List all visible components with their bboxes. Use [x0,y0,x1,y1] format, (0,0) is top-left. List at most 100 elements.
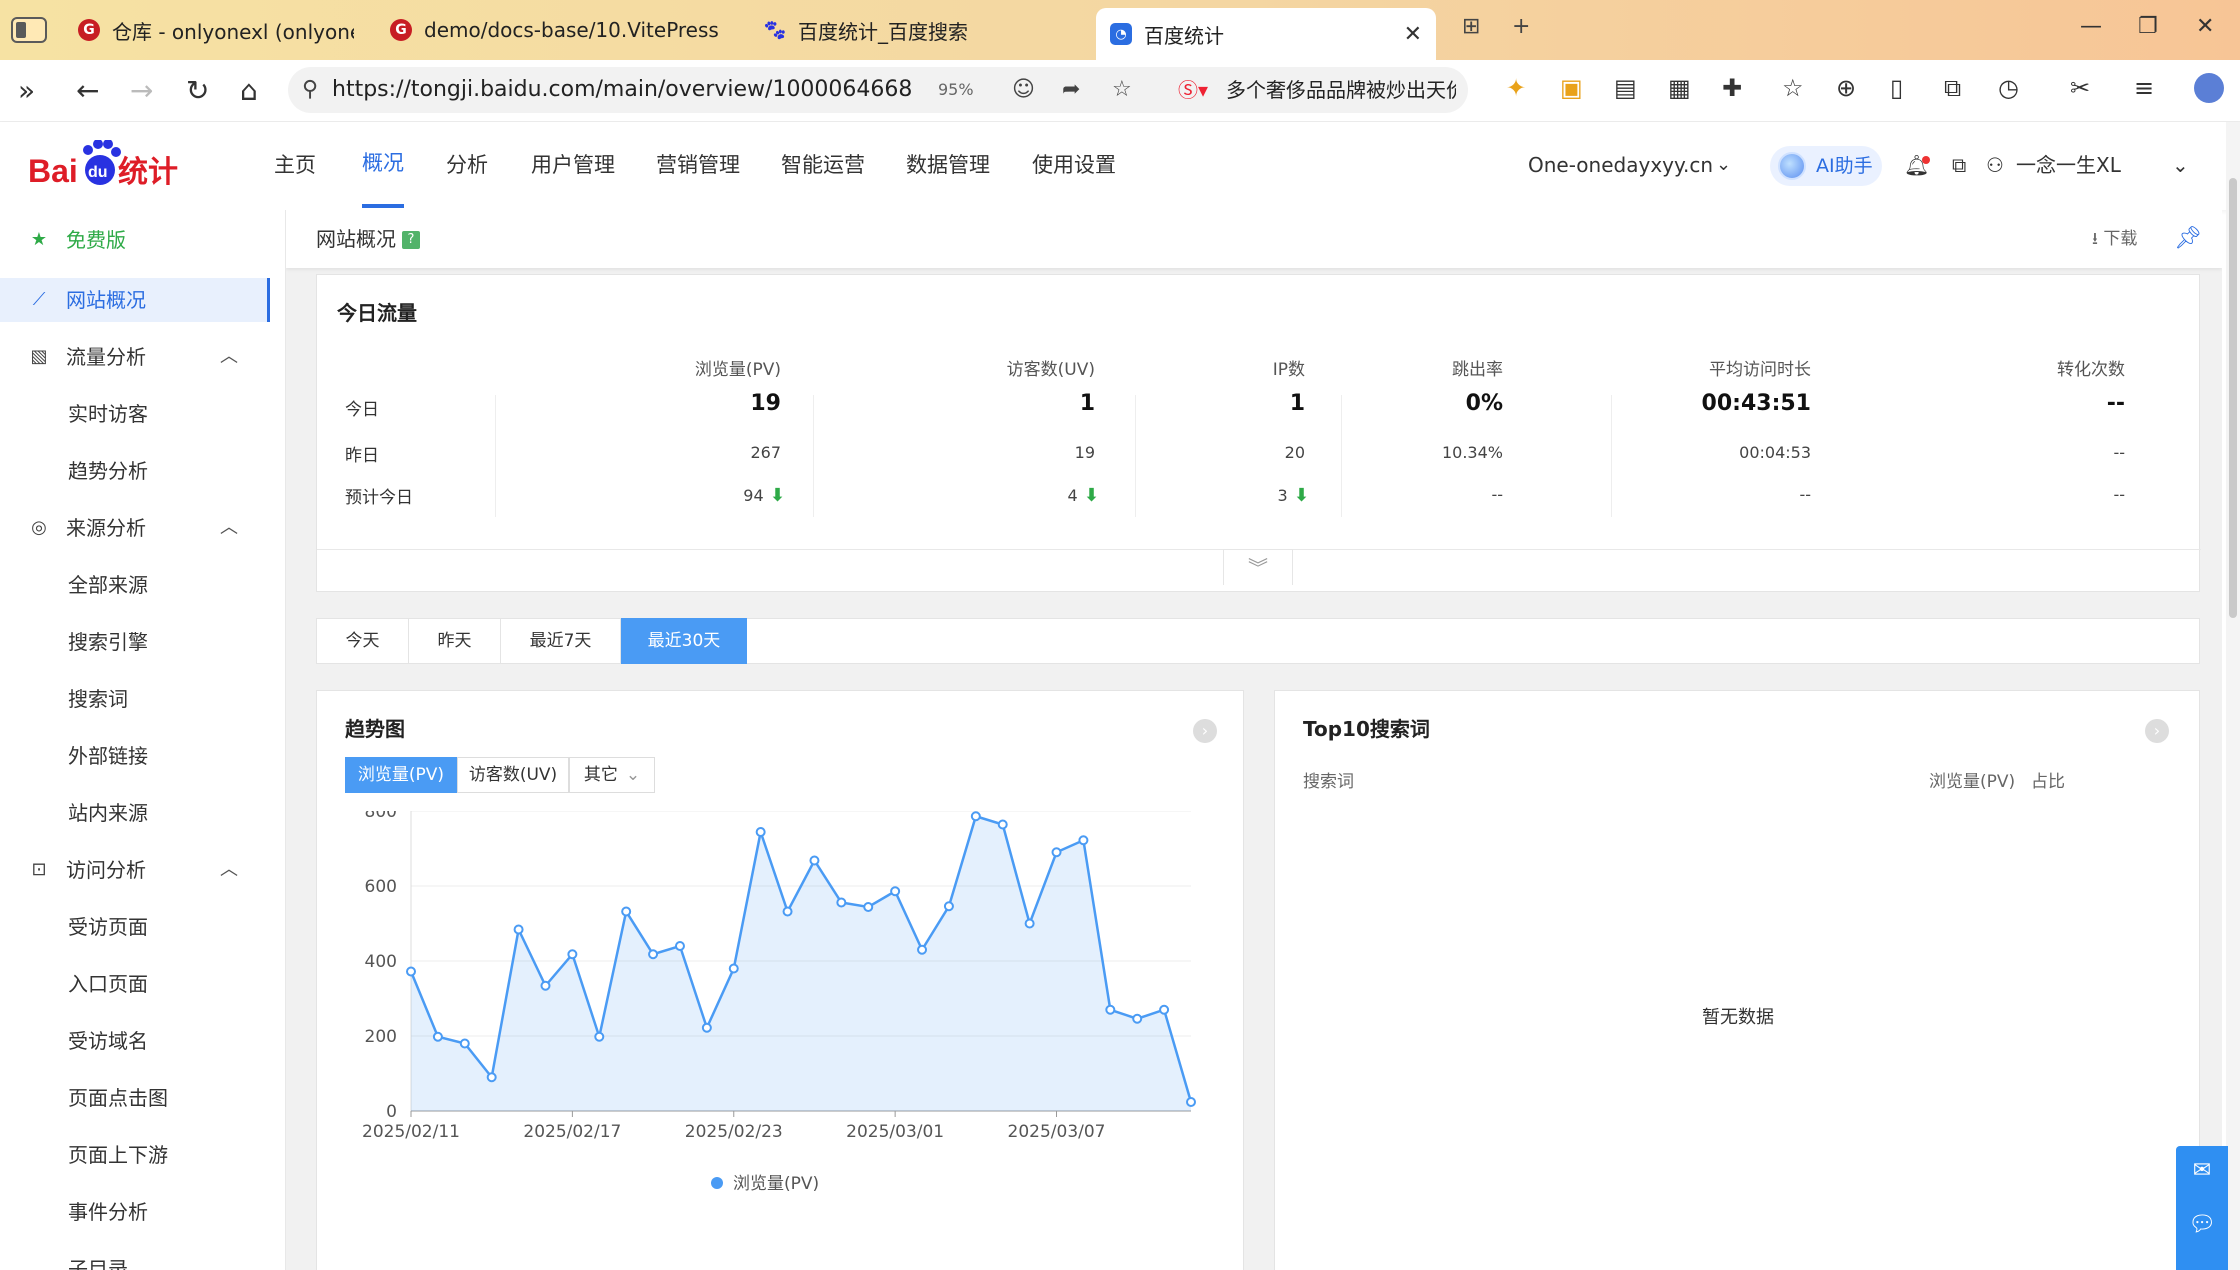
date-range-tab[interactable]: 最近30天 [621,618,747,664]
site-domain-select[interactable]: One-onedayxyy.cn [1528,122,1713,208]
date-range-tab[interactable]: 最近7天 [501,618,621,664]
date-range-tab[interactable]: 今天 [317,618,409,664]
notification-dot [1922,156,1930,164]
browser-tab[interactable]: Gdemo/docs-base/10.VitePress [376,8,746,52]
more-arrow-icon[interactable]: › [2145,719,2169,743]
sidebar-item[interactable]: 实时访客 [0,392,285,436]
nav-item[interactable]: 智能运营 [781,122,865,208]
nav-item[interactable]: 使用设置 [1032,122,1116,208]
more-arrow-icon[interactable]: › [1193,719,1217,743]
browser-tab[interactable]: ◔ 百度统计 ✕ [1096,8,1436,60]
bell-icon[interactable]: 🔔︎ [1904,122,1929,208]
browser-tab[interactable]: G 仓库 - onlyonexl (onlyonexl) - Gi [64,8,368,52]
sidebar-item[interactable]: ⊡ 访问分析 ︿ [0,848,285,892]
phone-icon[interactable]: ▯ [1890,73,1903,103]
screenshot-icon[interactable]: ✂ [2070,73,2090,103]
sidebar-item[interactable]: ◎ 来源分析 ︿ [0,506,285,550]
minimize-button[interactable]: — [2080,14,2102,39]
chevron-up-icon[interactable]: ︿ [220,335,238,379]
expand-chevron-icon[interactable]: ︾ [1223,549,1293,585]
back-icon[interactable]: ← [76,74,99,108]
new-tab-button[interactable]: + [1512,14,1530,39]
help-icon[interactable]: ? [402,231,420,249]
switch-icon[interactable]: ⧉ [1952,122,1966,208]
search-promo[interactable]: 多个奢侈品品牌被炒出天价 [1226,67,1456,113]
ai-assistant-button[interactable]: AI助手 [1770,146,1882,186]
sidebar-item[interactable]: 站内来源 [0,791,285,835]
pdf-icon[interactable]: ▤ [1614,73,1637,103]
metric-value: 3 ⬇ [1277,485,1309,506]
data-point [406,966,416,977]
close-tab-icon[interactable]: ✕ [1404,22,1422,47]
nav-item[interactable]: 用户管理 [531,122,615,208]
bookmarks-icon[interactable]: ☆ [1782,73,1804,103]
sidebar-item[interactable]: ⟋ 网站概况 [0,278,270,322]
nav-item[interactable]: 分析 [446,122,488,208]
reader-icon[interactable]: ☺ [1012,67,1035,113]
share-icon[interactable]: ➦ [1062,67,1080,113]
column-header-pv[interactable]: 浏览量(PV) [1929,767,2015,792]
tab-title: 百度统计_百度搜索 [798,19,968,44]
mail-icon[interactable]: ✉ [2176,1158,2228,1183]
metric-tab[interactable]: 浏览量(PV) [345,757,457,793]
favorite-icon[interactable]: ☆ [1112,67,1132,113]
folder-icon[interactable]: ▣ [1560,73,1583,103]
user-name[interactable]: 一念一生XL [2016,122,2121,208]
chevron-up-icon[interactable]: ︿ [220,848,238,892]
sidebar-item[interactable]: ▧ 流量分析 ︿ [0,335,285,379]
tab-groups-icon[interactable]: ⊞ [1462,14,1480,39]
home-icon[interactable]: ⌂ [240,74,258,108]
ai-sparkle-icon[interactable]: ✦ [1506,73,1526,103]
sidebar-item-label: 全部来源 [68,573,148,597]
url-text[interactable]: https://tongji.baidu.com/main/overview/1… [332,67,912,113]
plan-badge[interactable]: ★ 免费版 [0,218,285,262]
sidebar-item[interactable]: 趋势分析 [0,449,285,493]
address-bar[interactable]: ⚲ https://tongji.baidu.com/main/overview… [288,67,1468,113]
search-engine-icon[interactable]: Ⓢ▾ [1178,67,1208,113]
forward-icon[interactable]: → [130,74,153,108]
scrollbar-thumb[interactable] [2229,178,2237,618]
restore-button[interactable]: ❐ [2138,14,2158,39]
reload-icon[interactable]: ↻ [186,74,209,108]
copy-icon[interactable]: ⧉ [1944,73,1961,103]
profile-avatar[interactable] [2194,73,2224,103]
page-scrollbar[interactable] [2226,122,2240,1270]
column-header: 访客数(UV) [1006,360,1095,380]
download-button[interactable]: ⭳ 下载 [2092,210,2137,268]
nav-item[interactable]: 主页 [274,122,316,208]
sidebar-item[interactable]: 事件分析 [0,1190,285,1234]
close-window-button[interactable]: ✕ [2196,14,2214,39]
menu-icon[interactable]: ≡ [2134,73,2154,103]
pin-icon[interactable]: 📌︎ [2174,210,2202,268]
chevron-up-icon[interactable]: ︿ [220,506,238,550]
nav-item[interactable]: 概况 [362,122,404,208]
history-icon[interactable]: ◷ [1998,73,2019,103]
nav-item[interactable]: 数据管理 [906,122,990,208]
sidebar-item[interactable]: 受访页面 [0,905,285,949]
sidebar-item[interactable]: 全部来源 [0,563,285,607]
sidebar-toggle-icon[interactable]: » [18,74,35,108]
sidebar-item[interactable]: 搜索引擎 [0,620,285,664]
sidebar-item[interactable]: 入口页面 [0,962,285,1006]
wechat-icon[interactable]: 💬︎ [2176,1212,2228,1237]
sidebar-item[interactable]: 搜索词 [0,677,285,721]
chevron-down-icon[interactable]: ⌄ [1716,122,1731,208]
nav-item[interactable]: 营销管理 [656,122,740,208]
qr-icon[interactable]: ▦ [1668,73,1691,103]
sidebar-item[interactable]: 页面上下游 [0,1133,285,1177]
workspace-icon[interactable] [11,17,47,43]
user-chevron-icon[interactable]: ⌄ [2172,122,2189,208]
metric-tab[interactable]: 其它 ⌄ [569,757,655,793]
column-header: 跳出率 [1452,360,1503,380]
metric-tab[interactable]: 访客数(UV) [457,757,569,793]
extensions-icon[interactable]: ✚ [1722,73,1742,103]
sidebar-item[interactable]: 外部链接 [0,734,285,778]
download-icon[interactable]: ⊕ [1836,73,1856,103]
date-range-tab[interactable]: 昨天 [409,618,501,664]
sidebar-item[interactable]: 子目录 [0,1247,285,1270]
browser-tab[interactable]: 🐾︎ 百度统计_百度搜索 [750,8,1090,52]
sidebar-item[interactable]: 受访域名 [0,1019,285,1063]
sidebar-item[interactable]: 页面点击图 [0,1076,285,1120]
baidu-tongji-logo[interactable]: Bai du 统计 [28,140,198,190]
zoom-level[interactable]: 95% [938,67,974,113]
